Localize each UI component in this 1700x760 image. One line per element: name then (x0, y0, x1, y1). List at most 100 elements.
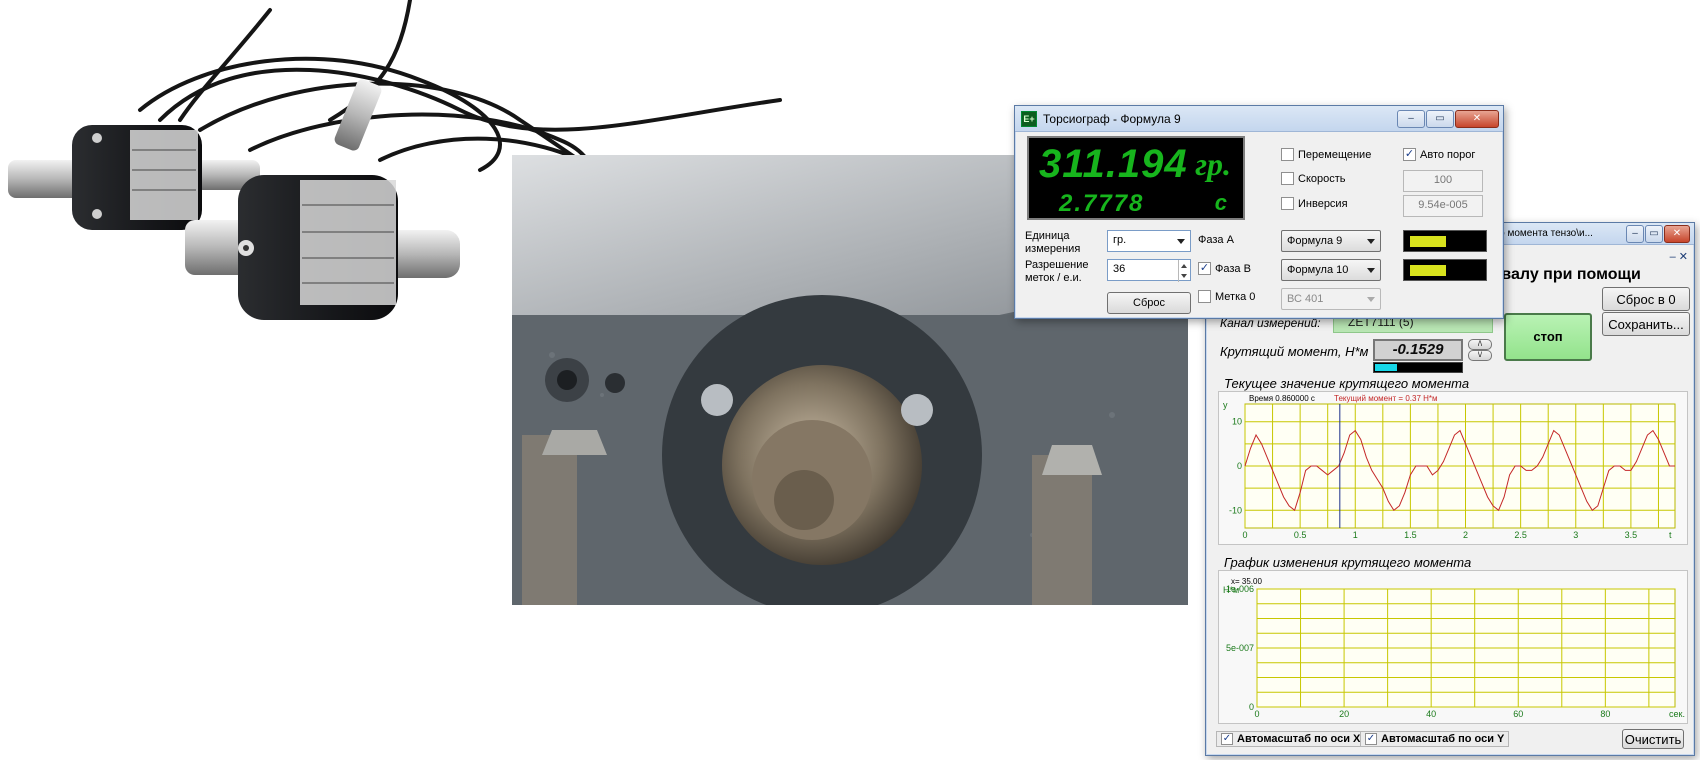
x-axis-label: сек. (1669, 709, 1685, 719)
torque-label: Крутящий момент, Н*м (1220, 344, 1369, 359)
y-tick-label: 5e-007 (1226, 643, 1254, 653)
chevron-down-icon (1177, 239, 1185, 244)
chevron-down-icon (1367, 297, 1375, 302)
chevron-down-icon (1367, 268, 1375, 273)
phase-a-formula-select[interactable]: Формула 9 (1281, 230, 1381, 252)
y-tick-label: 0 (1249, 702, 1254, 712)
inversion-box[interactable] (1281, 197, 1294, 210)
range-down-button[interactable]: \/ (1468, 350, 1492, 361)
y-axis-label: y (1223, 400, 1228, 410)
x-tick-label: 2 (1463, 530, 1468, 540)
speed-checkbox[interactable]: Скорость (1281, 172, 1346, 185)
auto-threshold-box[interactable]: ✓ (1403, 148, 1416, 161)
maximize-icon[interactable]: ▭ (1426, 109, 1454, 128)
history-torque-svg: 0 20 40 60 801e-0065e-0070Н*мсек.x= 35.00 (1223, 577, 1685, 719)
torsiograph-window: E+ Торсиограф - Формула 9 – ▭ ✕ 311.194 … (1014, 105, 1504, 319)
x-tick-label: 60 (1513, 709, 1523, 719)
resolution-spinner[interactable] (1178, 260, 1190, 282)
phase-b-level-fill (1410, 265, 1446, 276)
displacement-label: Перемещение (1298, 148, 1372, 161)
autoscale-y-label: Автомасштаб по оси Y (1381, 733, 1505, 745)
close-icon[interactable]: ✕ (1664, 224, 1690, 243)
spin-down-icon[interactable] (1181, 274, 1187, 278)
y-tick-label: 0 (1237, 461, 1242, 471)
speed-box[interactable] (1281, 172, 1294, 185)
x-axis-label: t (1669, 530, 1672, 540)
autoscale-x-box[interactable]: ✓ (1221, 733, 1233, 745)
x-tick-label: 40 (1426, 709, 1436, 719)
unit-select[interactable]: гр. (1107, 230, 1191, 252)
x-tick-label: 1 (1353, 530, 1358, 540)
torque-range-stepper[interactable]: /\ \/ (1468, 339, 1492, 361)
phase-a-level-fill (1410, 236, 1446, 247)
autoscale-y-checkbox[interactable]: ✓ Автомасштаб по оси Y (1360, 731, 1510, 747)
x-tick-label: 2.5 (1514, 530, 1527, 540)
x-tick-label: 20 (1339, 709, 1349, 719)
torque-level-bar (1373, 362, 1463, 373)
y-tick-label: 10 (1232, 417, 1242, 427)
x-tick-label: 1.5 (1404, 530, 1417, 540)
unit-label: Единица измерения (1025, 230, 1081, 255)
x-tick-label: 3.5 (1625, 530, 1638, 540)
resolution-value: 36 (1113, 263, 1126, 275)
save-button[interactable]: Сохранить... (1602, 312, 1690, 336)
cursor-value-label: Текущий момент = 0.37 Н*м (1334, 394, 1438, 403)
page-heading: а валу при помощи (1488, 266, 1641, 283)
autoscale-x-label: Автомасштаб по оси X (1237, 733, 1361, 745)
speed-label: Скорость (1298, 172, 1346, 185)
mark0-source-value: ВС 401 (1287, 293, 1324, 305)
inversion-checkbox[interactable]: Инверсия (1281, 197, 1348, 210)
secondary-unit: с (1214, 190, 1227, 215)
resolution-input[interactable]: 36 (1107, 259, 1191, 282)
current-torque-chart[interactable]: 0 0.5 1 1.5 2 2.5 3 3.5 10 0 -10 y t Время 0.860000 с… (1218, 391, 1688, 545)
x-tick-label: 0 (1254, 709, 1259, 719)
close-icon[interactable]: ✕ (1455, 109, 1499, 128)
x-tick-label: 0.5 (1294, 530, 1307, 540)
primary-value: 311.194 (1039, 142, 1188, 186)
auto-threshold-label: Авто порог (1420, 148, 1476, 161)
auto-threshold-checkbox[interactable]: ✓ Авто порог (1403, 148, 1475, 161)
phase-a-label: Фаза А (1198, 234, 1234, 246)
mark0-source-select: ВС 401 (1281, 288, 1381, 310)
autoscale-x-checkbox[interactable]: ✓ Автомасштаб по оси X (1216, 731, 1366, 747)
maximize-icon[interactable]: ▭ (1645, 224, 1663, 243)
history-torque-chart[interactable]: 0 20 40 60 80 1e-006 5e-007 0 Н*м сек. x= 35.00 (1218, 570, 1688, 724)
mark0-label: Метка 0 (1215, 290, 1256, 303)
resolution-label: Разрешение меток / е.и. (1025, 259, 1089, 284)
history-chart-title: График изменения крутящего момента (1224, 555, 1472, 570)
minimize-icon[interactable]: – (1626, 224, 1644, 243)
secondary-value: 2.7778 (1059, 190, 1145, 217)
reset-button[interactable]: Сброс (1107, 292, 1191, 314)
reset-zero-button[interactable]: Сброс в 0 (1602, 287, 1690, 311)
stop-button[interactable]: стоп (1504, 313, 1592, 361)
primary-unit: гр. (1195, 146, 1231, 182)
phase-a-formula-value: Формула 9 (1287, 235, 1343, 247)
mark0-checkbox[interactable]: Метка 0 (1198, 290, 1255, 303)
torsiograph-titlebar[interactable]: E+ Торсиограф - Формула 9 – ▭ ✕ (1015, 106, 1503, 132)
range-up-button[interactable]: /\ (1468, 339, 1492, 350)
chevron-down-icon (1367, 239, 1375, 244)
auto-threshold-input: 100 (1403, 170, 1483, 192)
x-tick-label: 3 (1573, 530, 1578, 540)
spin-up-icon[interactable] (1181, 264, 1187, 268)
displacement-checkbox[interactable]: Перемещение (1281, 148, 1371, 161)
phase-b-checkbox[interactable]: ✓ Фаза В (1198, 262, 1251, 275)
x-tick-label: 0 (1242, 530, 1247, 540)
displacement-box[interactable] (1281, 148, 1294, 161)
minimize-icon[interactable]: – (1397, 109, 1425, 128)
phase-b-label: Фаза В (1215, 262, 1251, 275)
phase-b-level-indicator (1403, 259, 1487, 281)
torque-value-display: -0.1529 (1373, 339, 1463, 361)
clear-button[interactable]: Очистить (1622, 729, 1684, 749)
phase-b-formula-select[interactable]: Формула 10 (1281, 259, 1381, 281)
unit-select-value: гр. (1113, 234, 1127, 246)
current-chart-title: Текущее значение крутящего момента (1224, 376, 1470, 391)
inversion-label: Инверсия (1298, 197, 1348, 210)
mark0-box[interactable] (1198, 290, 1211, 303)
torsiograph-window-title: Торсиограф - Формула 9 (1043, 111, 1181, 126)
document-close-icon[interactable]: – ✕ (1670, 250, 1688, 263)
current-torque-svg: 0 0.5 1 1.5 2 2.5 3 3.5 10 0 -10 y t Время 0.860000 с… (1223, 394, 1676, 540)
cursor-time-label: Время 0.860000 с (1249, 394, 1315, 403)
autoscale-y-box[interactable]: ✓ (1365, 733, 1377, 745)
phase-b-box[interactable]: ✓ (1198, 262, 1211, 275)
